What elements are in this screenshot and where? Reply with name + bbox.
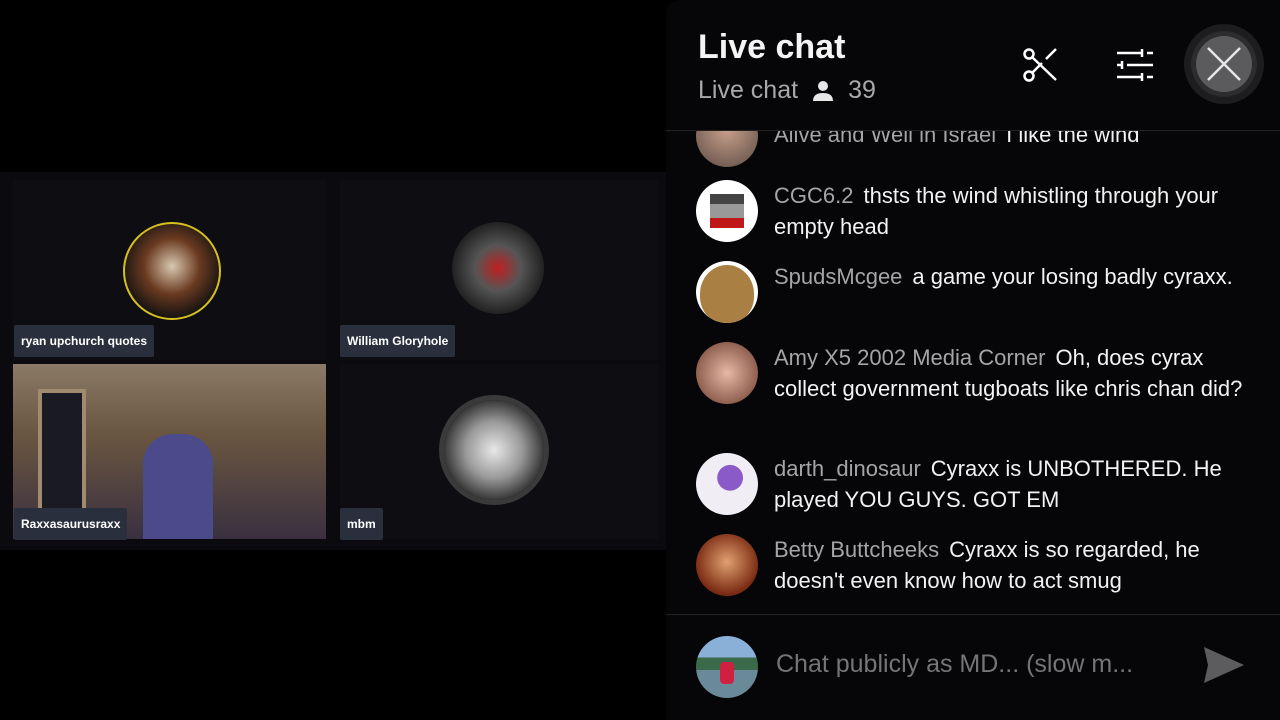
author-name[interactable]: Amy X5 2002 Media Corner: [774, 345, 1045, 370]
message-text: I like the wind: [1006, 131, 1140, 147]
chat-message: Amy X5 2002 Media Corner Oh, does cyrax c…: [696, 342, 1256, 404]
author-avatar[interactable]: [696, 534, 758, 596]
author-name[interactable]: Betty Buttcheeks: [774, 537, 939, 562]
chat-message-list[interactable]: Alive and Well in Israel I like the wind …: [666, 131, 1280, 614]
author-name[interactable]: Alive and Well in Israel: [774, 131, 996, 147]
close-icon: [1207, 47, 1241, 81]
chat-message: Alive and Well in Israel I like the wind: [696, 131, 1256, 167]
participant-grid: Powered by StreamYard ryan upchurch quot…: [0, 172, 666, 550]
video-window-decor: [38, 389, 86, 517]
sliders-icon: [1117, 49, 1153, 81]
send-icon: [1204, 647, 1244, 683]
chat-subtitle-row[interactable]: Live chat 39: [698, 76, 876, 105]
participant-avatar: [444, 400, 544, 500]
chat-message: Betty Buttcheeks Cyraxx is so regarded, h…: [696, 534, 1256, 596]
chat-message: SpudsMcgee a game your losing badly cyrax…: [696, 261, 1256, 323]
participant-name-tag: Raxxasaurusraxx: [14, 508, 128, 540]
author-name[interactable]: SpudsMcgee: [774, 264, 902, 289]
author-avatar[interactable]: [696, 342, 758, 404]
close-chat-button[interactable]: [1184, 24, 1264, 104]
person-icon: [813, 80, 834, 101]
participant-tile: mbm: [340, 364, 658, 540]
author-avatar[interactable]: [696, 261, 758, 323]
author-avatar[interactable]: [696, 180, 758, 242]
participant-tile: William Gloryhole: [340, 180, 658, 360]
author-avatar[interactable]: [696, 453, 758, 515]
video-person-decor: [143, 434, 213, 539]
chat-composer: [666, 615, 1280, 720]
participant-avatar: [452, 222, 544, 314]
author-name[interactable]: CGC6.2: [774, 183, 853, 208]
chat-message: darth_dinosaur Cyraxx is UNBOTHERED. He p…: [696, 453, 1256, 515]
message-text: a game your losing badly cyraxx.: [912, 264, 1233, 289]
chat-mode-label[interactable]: Live chat: [698, 76, 798, 105]
participant-avatar: [123, 222, 221, 320]
scissors-icon: [1023, 48, 1057, 82]
author-avatar[interactable]: [696, 131, 758, 167]
participant-name-tag: mbm: [340, 508, 383, 540]
filter-settings-button[interactable]: [1116, 48, 1154, 87]
participant-video: Raxxasaurusraxx: [13, 364, 326, 540]
participant-name-tag: William Gloryhole: [340, 325, 456, 357]
author-name[interactable]: darth_dinosaur: [774, 456, 921, 481]
chat-message-input[interactable]: [774, 649, 1198, 680]
live-chat-panel: Live chat Live chat 39 Alive and Well in…: [666, 0, 1280, 720]
participant-name-tag: ryan upchurch quotes: [14, 325, 155, 357]
viewer-count: 39: [848, 76, 876, 104]
participant-tile: ryan upchurch quotes: [13, 180, 326, 360]
my-avatar[interactable]: [696, 636, 758, 698]
send-button[interactable]: [1204, 647, 1244, 688]
stream-video-area: Powered by StreamYard ryan upchurch quot…: [0, 0, 666, 720]
chat-title: Live chat: [698, 28, 846, 66]
clip-button[interactable]: [1022, 46, 1060, 89]
chat-message: CGC6.2 thsts the wind whistling through y…: [696, 180, 1256, 242]
